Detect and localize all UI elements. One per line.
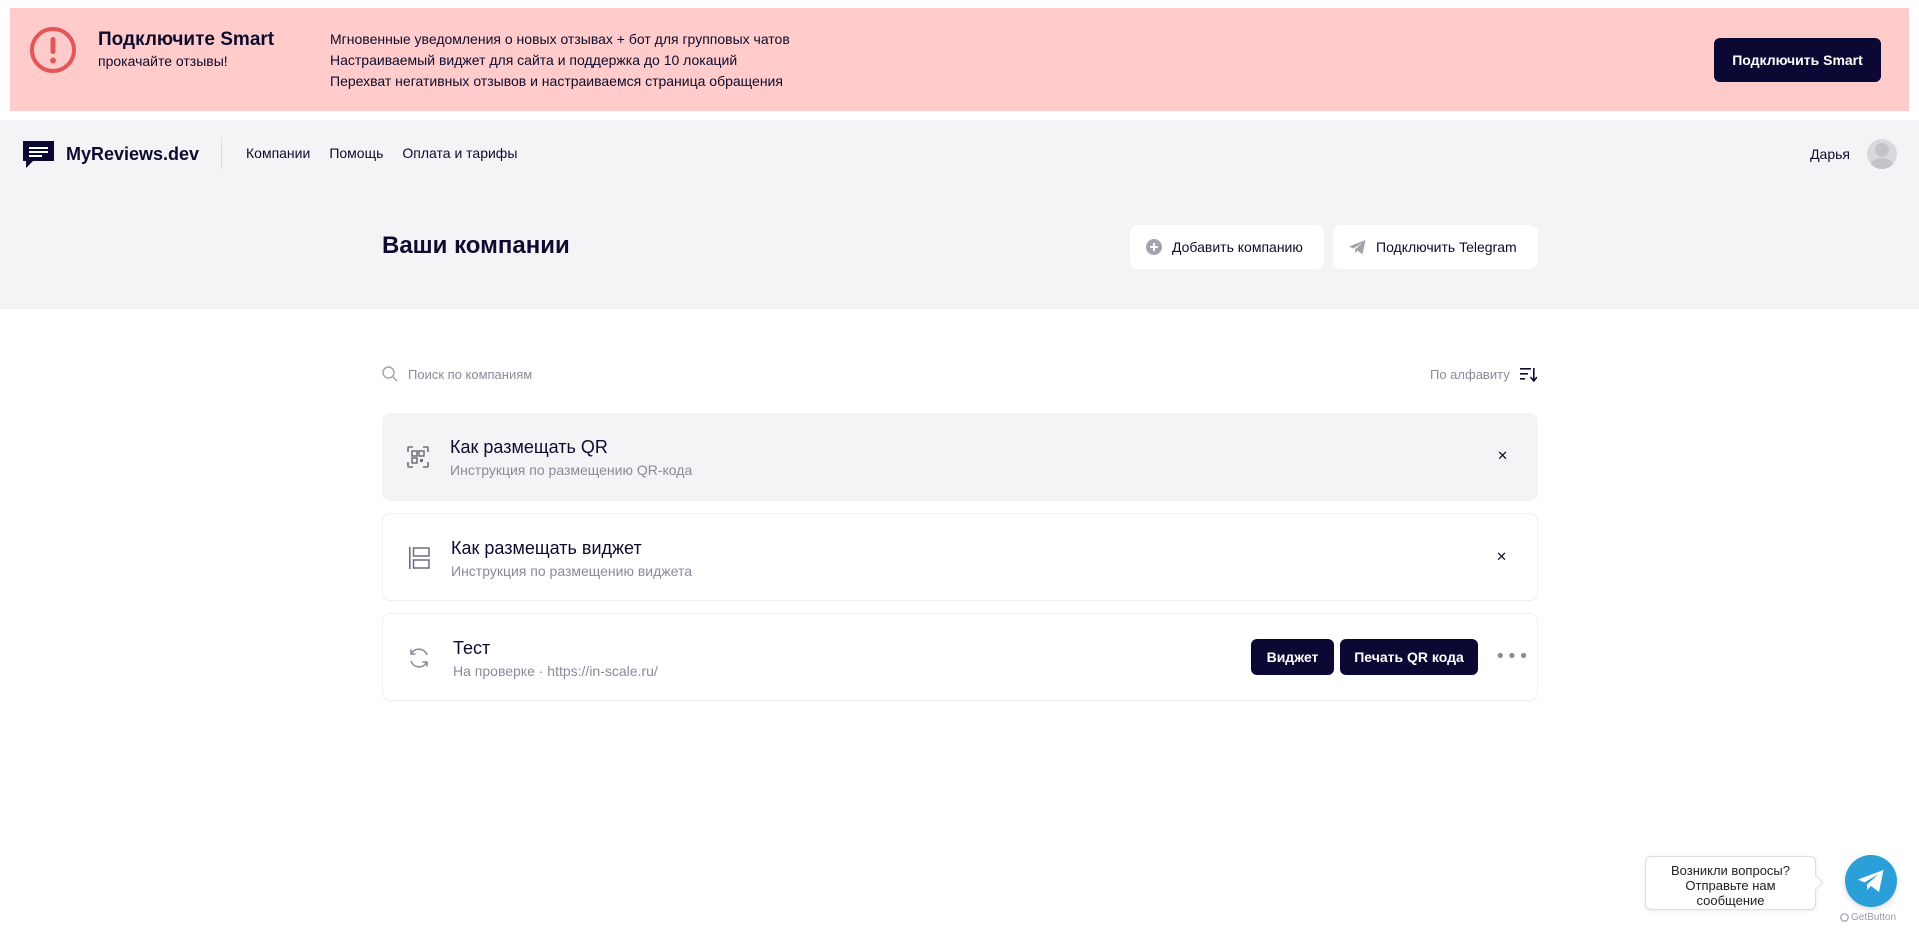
user-name: Дарья bbox=[1810, 146, 1850, 162]
refresh-icon bbox=[410, 648, 428, 668]
search-bar bbox=[382, 366, 708, 382]
help-line: Возникли вопросы? bbox=[1670, 863, 1790, 878]
guide-card-qr[interactable]: Как размещать QR Инструкция по размещени… bbox=[382, 413, 1538, 501]
telegram-chat-button[interactable] bbox=[1845, 855, 1897, 907]
promo-features: Мгновенные уведомления о новых отзывах +… bbox=[330, 29, 790, 92]
promo-feature: Мгновенные уведомления о новых отзывах +… bbox=[330, 31, 790, 47]
widget-button[interactable]: Виджет bbox=[1251, 639, 1334, 675]
getbutton-logo-icon bbox=[1840, 913, 1849, 922]
page-title: Ваши компании bbox=[382, 232, 570, 259]
telegram-icon bbox=[1349, 239, 1366, 254]
connect-smart-button[interactable]: Подключить Smart bbox=[1714, 38, 1881, 82]
close-icon[interactable]: ✕ bbox=[1496, 550, 1507, 565]
qr-scan-icon bbox=[407, 446, 429, 468]
nav-help[interactable]: Помощь bbox=[329, 145, 383, 161]
card-title: Как размещать виджет bbox=[451, 538, 642, 558]
connect-telegram-button[interactable]: Подключить Telegram bbox=[1333, 225, 1538, 269]
search-icon bbox=[382, 366, 398, 382]
help-line: сообщение bbox=[1696, 893, 1765, 908]
close-icon[interactable]: ✕ bbox=[1497, 449, 1508, 464]
nav-pricing[interactable]: Оплата и тарифы bbox=[402, 145, 517, 161]
promo-feature: Настраиваемый виджет для сайта и поддерж… bbox=[330, 52, 738, 68]
guide-card-widget[interactable]: Как размещать виджет Инструкция по разме… bbox=[382, 513, 1538, 601]
getbutton-label: GetButton bbox=[1851, 912, 1897, 923]
logo[interactable]: MyReviews.dev bbox=[23, 141, 199, 168]
getbutton-brand[interactable]: GetButton bbox=[1840, 912, 1896, 923]
logo-text: MyReviews.dev bbox=[66, 144, 200, 164]
help-line: Отправьте нам bbox=[1685, 878, 1776, 893]
promo-title: Подключите Smart bbox=[98, 29, 275, 50]
chat-bubble-icon bbox=[23, 141, 54, 168]
user-menu[interactable]: Дарья bbox=[1810, 139, 1897, 169]
help-bubble[interactable]: Возникли вопросы? Отправьте нам сообщени… bbox=[1645, 856, 1816, 910]
company-name[interactable]: Тест bbox=[453, 638, 490, 659]
sort-label: По алфавиту bbox=[1430, 367, 1510, 382]
alert-circle-icon bbox=[30, 27, 76, 73]
sort-control[interactable]: По алфавиту bbox=[1430, 367, 1537, 382]
search-input[interactable] bbox=[408, 366, 708, 382]
add-company-button[interactable]: Добавить компанию bbox=[1130, 225, 1324, 269]
card-subtitle: Инструкция по размещению виджета bbox=[451, 563, 693, 579]
promo-feature: Перехват негативных отзывов и настраивае… bbox=[330, 73, 783, 89]
main-nav: Компании Помощь Оплата и тарифы bbox=[246, 145, 517, 161]
company-status: На проверке · https://in-scale.ru/ bbox=[453, 663, 658, 679]
sort-icon bbox=[1519, 368, 1537, 382]
more-icon[interactable]: ••• bbox=[1495, 646, 1530, 667]
avatar[interactable] bbox=[1867, 139, 1897, 169]
promo-banner: Подключите Smart прокачайте отзывы! Мгно… bbox=[10, 8, 1909, 111]
plus-circle-icon bbox=[1146, 239, 1162, 255]
company-card[interactable]: Тест На проверке · https://in-scale.ru/ … bbox=[382, 613, 1538, 701]
widget-layout-icon bbox=[409, 547, 430, 569]
nav-divider bbox=[221, 138, 222, 170]
add-company-label: Добавить компанию bbox=[1172, 239, 1303, 255]
connect-telegram-label: Подключить Telegram bbox=[1376, 239, 1517, 255]
card-title: Как размещать QR bbox=[450, 437, 608, 457]
card-subtitle: Инструкция по размещению QR-кода bbox=[450, 462, 693, 478]
telegram-icon bbox=[1858, 870, 1884, 892]
promo-subtitle: прокачайте отзывы! bbox=[98, 53, 228, 69]
nav-companies[interactable]: Компании bbox=[246, 145, 310, 161]
print-qr-button[interactable]: Печать QR кода bbox=[1340, 639, 1478, 675]
